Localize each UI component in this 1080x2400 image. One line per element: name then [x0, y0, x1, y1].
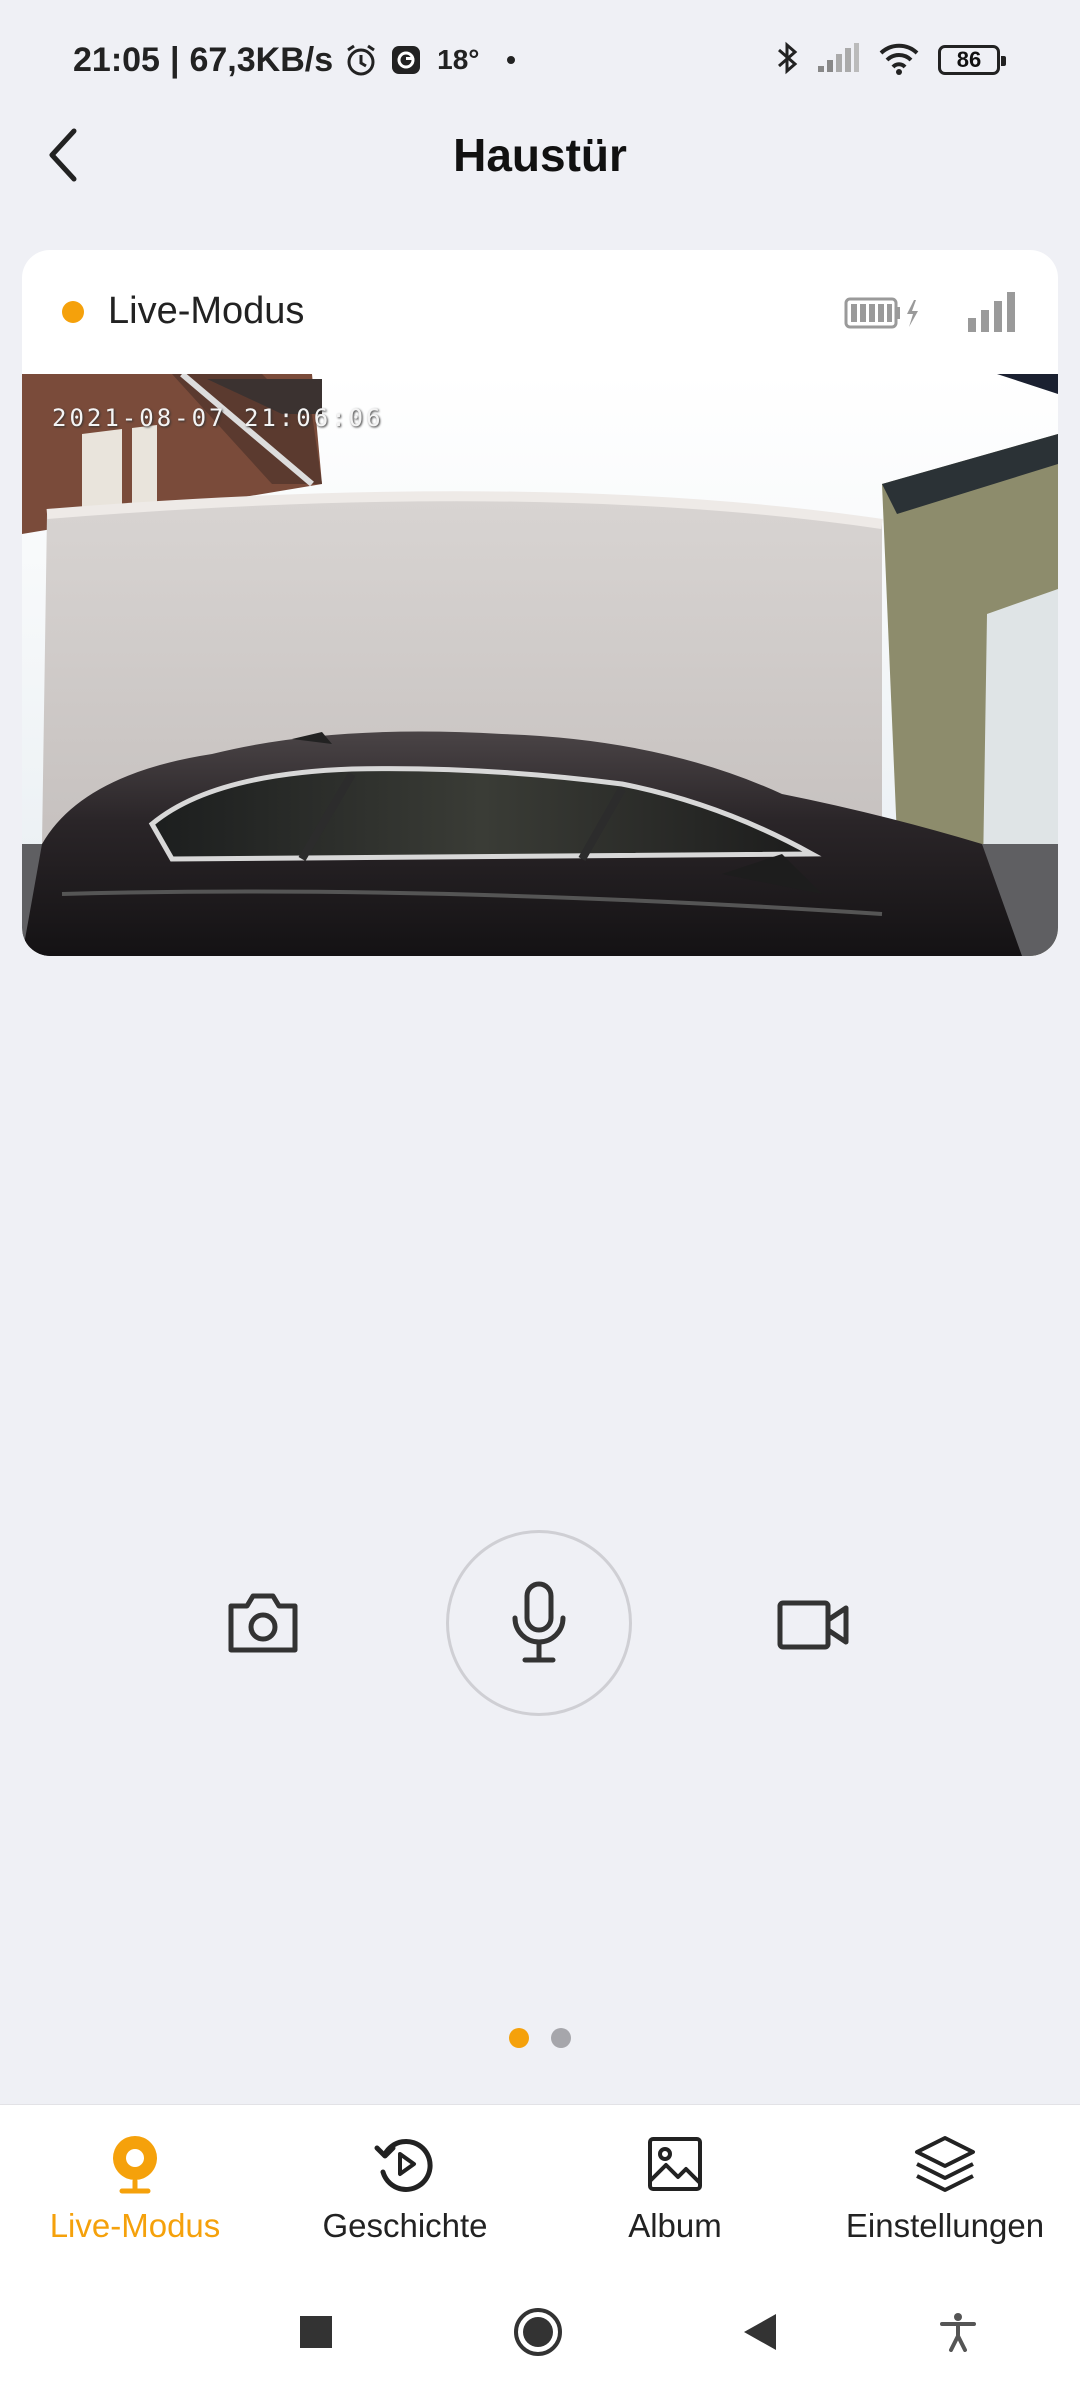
talk-button[interactable]	[446, 1530, 632, 1716]
microphone-icon	[512, 1581, 566, 1663]
tab-album[interactable]: Album	[540, 2105, 810, 2271]
video-timestamp: 2021-08-07 21:06:06	[52, 404, 384, 432]
layers-icon	[912, 2131, 978, 2197]
status-bar-left: 21:05 | 67,3KB/s 18°	[73, 36, 516, 84]
home-circle-icon	[514, 2308, 562, 2356]
tab-label: Live-Modus	[49, 2207, 221, 2244]
tab-label: Geschichte	[322, 2207, 488, 2244]
camera-card-header: Live-Modus	[22, 250, 1058, 374]
snapshot-button[interactable]	[225, 1590, 301, 1656]
status-bar-right: 86	[776, 38, 1006, 82]
home-button[interactable]	[512, 2306, 564, 2363]
camera-card[interactable]: Live-Modus 2021-08-07 21:06:06	[22, 250, 1058, 956]
page-indicator	[0, 2028, 1080, 2048]
tab-history[interactable]: Geschichte	[270, 2105, 540, 2271]
page-dot-active	[509, 2028, 529, 2048]
accessibility-button[interactable]	[938, 2312, 978, 2357]
page-title: Haustür	[453, 129, 627, 181]
tab-settings[interactable]: Einstellungen	[810, 2105, 1080, 2271]
weather-temperature: 18°	[437, 44, 480, 75]
cell-signal-icon	[816, 42, 860, 79]
live-status-dot	[62, 301, 84, 323]
camera-scene-image	[22, 374, 1058, 956]
status-bar: 21:05 | 67,3KB/s 18° 86	[0, 0, 1080, 120]
bluetooth-icon	[776, 40, 798, 81]
tab-label: Album	[628, 2207, 722, 2244]
camera-icon	[228, 1593, 298, 1653]
record-button[interactable]	[776, 1598, 852, 1652]
signal-bars-icon	[966, 290, 1016, 339]
live-location-icon	[102, 2131, 168, 2197]
recents-square-icon	[300, 2316, 332, 2348]
video-camera-icon	[777, 1600, 849, 1650]
alarm-icon	[343, 42, 379, 78]
recents-button[interactable]	[296, 2312, 336, 2357]
back-nav-button[interactable]	[740, 2312, 780, 2357]
live-video-feed[interactable]: 2021-08-07 21:06:06	[22, 374, 1058, 956]
wifi-icon	[878, 41, 920, 80]
battery-icon: 86	[938, 45, 1006, 75]
live-mode-label: Live-Modus	[108, 290, 305, 332]
accessibility-icon	[940, 2313, 976, 2352]
tab-label: Einstellungen	[845, 2207, 1045, 2244]
status-time: 21:05	[73, 40, 160, 79]
status-separator: |	[169, 40, 180, 79]
app-notification-icon	[389, 43, 423, 77]
history-play-icon	[372, 2131, 438, 2197]
back-triangle-icon	[744, 2314, 776, 2350]
page-dot	[551, 2028, 571, 2048]
bottom-tab-bar: Live-Modus Geschichte Album Einstellunge…	[0, 2104, 1080, 2272]
image-icon	[642, 2131, 708, 2197]
tab-live-mode[interactable]: Live-Modus	[0, 2105, 270, 2271]
battery-charging-icon	[844, 296, 920, 335]
system-navigation-bar	[0, 2270, 1080, 2400]
notification-dot	[507, 56, 516, 64]
network-speed: 67,3KB/s	[189, 40, 334, 79]
battery-level: 86	[956, 47, 982, 72]
